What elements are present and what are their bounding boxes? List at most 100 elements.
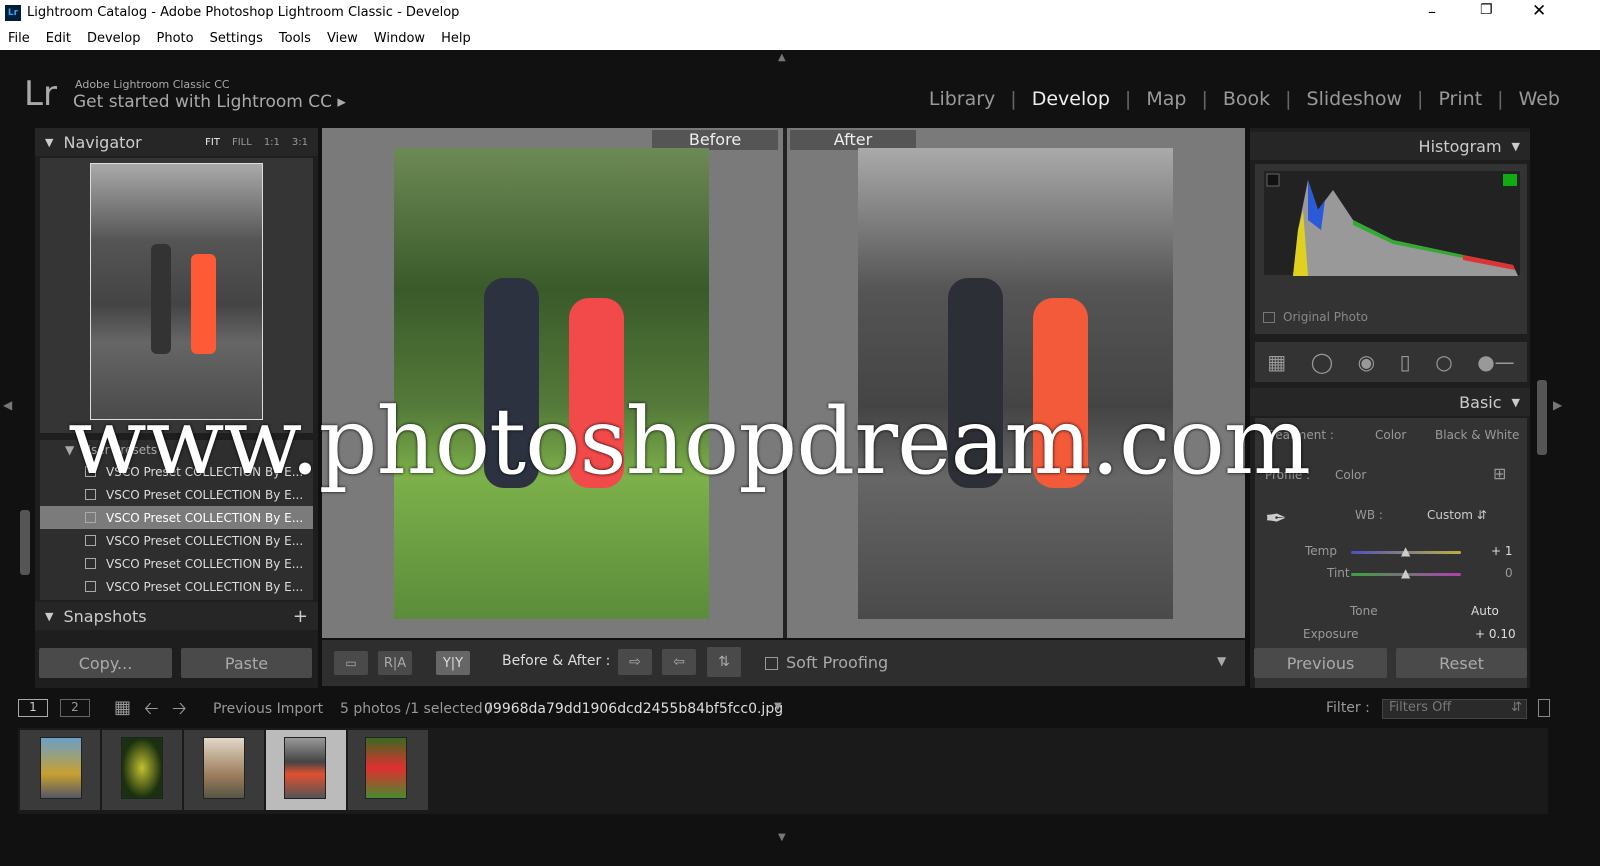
- temp-value[interactable]: + 1: [1491, 544, 1513, 558]
- menu-photo[interactable]: Photo: [156, 31, 193, 46]
- shadow-clipping-indicator[interactable]: [1266, 173, 1280, 187]
- soft-proofing-checkbox[interactable]: [765, 657, 778, 670]
- wb-select[interactable]: Custom ⇵: [1427, 508, 1487, 522]
- filmstrip-thumbnail[interactable]: [121, 737, 163, 799]
- radial-filter-icon[interactable]: ○: [1435, 350, 1452, 374]
- preset-item-selected[interactable]: VSCO Preset COLLECTION By E...: [40, 506, 313, 529]
- minimize-button[interactable]: –: [1428, 2, 1436, 21]
- before-after-split-button[interactable]: Y|Y: [436, 651, 470, 675]
- menu-tools[interactable]: Tools: [279, 31, 311, 46]
- preset-item[interactable]: VSCO Preset COLLECTION By E...: [40, 552, 313, 575]
- before-after-lr-button[interactable]: R|A: [378, 651, 412, 675]
- maximize-button[interactable]: ❐: [1480, 2, 1493, 18]
- copy-after-to-before-button[interactable]: ⇦: [662, 649, 696, 675]
- paste-button[interactable]: Paste: [181, 648, 312, 678]
- menu-window[interactable]: Window: [374, 31, 425, 46]
- filmstrip-thumbnail[interactable]: [40, 737, 82, 799]
- secondary-window-button[interactable]: 2: [60, 699, 90, 717]
- profile-value[interactable]: Color: [1335, 468, 1366, 482]
- navigator-header[interactable]: ▼ Navigator FIT FILL 1:1 3:1: [35, 128, 318, 156]
- navigator-preview[interactable]: [40, 158, 313, 433]
- module-book[interactable]: Book: [1208, 88, 1285, 110]
- primary-window-button[interactable]: 1: [18, 699, 48, 717]
- zoom-1-1[interactable]: 1:1: [264, 137, 280, 148]
- menu-help[interactable]: Help: [441, 31, 471, 46]
- filmstrip-thumbnail[interactable]: [284, 737, 326, 799]
- back-arrow-icon[interactable]: 🡠: [144, 696, 159, 726]
- previous-button[interactable]: Previous: [1254, 648, 1387, 678]
- filter-lock-icon[interactable]: [1538, 699, 1550, 717]
- histogram-chart: [1263, 170, 1521, 276]
- tint-slider-thumb[interactable]: ▲: [1401, 566, 1410, 580]
- graduated-filter-icon[interactable]: ▯: [1400, 350, 1411, 374]
- filename[interactable]: 09968da79dd1906dcd2455b84bf5fcc0.jpg: [484, 701, 783, 717]
- swap-button[interactable]: ⇅: [707, 647, 741, 677]
- module-print[interactable]: Print: [1423, 88, 1497, 110]
- user-presets-folder[interactable]: ▼ User Presets: [40, 440, 313, 460]
- zoom-fit[interactable]: FIT: [205, 137, 220, 148]
- menu-view[interactable]: View: [327, 31, 358, 46]
- preset-item[interactable]: VSCO Preset COLLECTION By E...: [40, 529, 313, 552]
- zoom-3-1[interactable]: 3:1: [292, 137, 308, 148]
- module-library[interactable]: Library: [914, 88, 1010, 110]
- right-panel-toggle-icon[interactable]: ▶: [1553, 398, 1562, 412]
- histogram-header[interactable]: Histogram ▼: [1250, 132, 1530, 160]
- subject-figure: [569, 298, 624, 488]
- add-snapshot-button[interactable]: +: [293, 606, 308, 627]
- split-divider: [783, 128, 787, 638]
- copy-before-to-after-button[interactable]: ⇨: [618, 649, 652, 675]
- close-button[interactable]: ✕: [1532, 1, 1546, 21]
- menu-file[interactable]: File: [8, 31, 30, 46]
- menu-settings[interactable]: Settings: [210, 31, 263, 46]
- top-panel-toggle-icon[interactable]: ▲: [778, 52, 786, 63]
- reset-button[interactable]: Reset: [1396, 648, 1527, 678]
- before-image: [394, 148, 709, 619]
- left-scrollbar[interactable]: [20, 510, 30, 575]
- exposure-value[interactable]: + 0.10: [1475, 627, 1516, 641]
- module-develop[interactable]: Develop: [1017, 88, 1125, 110]
- filmstrip-thumbnail[interactable]: [365, 737, 407, 799]
- menu-develop[interactable]: Develop: [87, 31, 141, 46]
- tint-value[interactable]: 0: [1505, 566, 1513, 580]
- profile-browser-icon[interactable]: ⊞: [1493, 464, 1506, 483]
- adjustment-brush-icon[interactable]: ●—: [1477, 350, 1514, 374]
- highlight-clipping-indicator[interactable]: [1503, 174, 1517, 186]
- right-scrollbar[interactable]: [1537, 380, 1547, 455]
- auto-tone-button[interactable]: Auto: [1471, 604, 1499, 618]
- bottom-panel-toggle-icon[interactable]: ▼: [778, 832, 786, 843]
- original-photo-checkbox[interactable]: [1263, 312, 1275, 323]
- red-eye-icon[interactable]: ◉: [1358, 350, 1375, 374]
- filmstrip-thumbnail[interactable]: [203, 737, 245, 799]
- snapshots-header[interactable]: ▼ Snapshots +: [35, 602, 318, 630]
- get-started-link[interactable]: Get started with Lightroom CC ▸: [73, 92, 346, 112]
- forward-arrow-icon[interactable]: 🡢: [172, 696, 187, 726]
- grid-view-icon[interactable]: ▦: [114, 697, 131, 718]
- before-label: Before: [652, 130, 778, 150]
- copy-button[interactable]: Copy...: [39, 648, 172, 678]
- loupe-view-button[interactable]: ▭: [334, 651, 368, 675]
- basic-header[interactable]: Basic ▼: [1250, 388, 1530, 416]
- temp-slider-thumb[interactable]: ▲: [1401, 544, 1410, 558]
- toolbar-menu-icon[interactable]: ▼: [1217, 654, 1226, 668]
- spot-removal-icon[interactable]: ◯: [1311, 350, 1333, 374]
- treatment-color[interactable]: Color: [1375, 428, 1406, 442]
- preset-label: VSCO Preset COLLECTION By E...: [106, 533, 304, 548]
- subject-figure: [151, 244, 171, 354]
- module-web[interactable]: Web: [1504, 88, 1560, 110]
- left-panel-toggle-icon[interactable]: ◀: [3, 398, 12, 412]
- preset-item[interactable]: VSCO Preset COLLECTION By E...: [40, 483, 313, 506]
- filter-select[interactable]: Filters Off ⇵: [1382, 699, 1527, 719]
- source-label[interactable]: Previous Import: [213, 701, 323, 717]
- filename-dropdown-icon[interactable]: ▼: [774, 701, 782, 712]
- crop-tool-icon[interactable]: ▦: [1267, 350, 1286, 374]
- preset-label: VSCO Preset COLLECTION By E...: [106, 556, 304, 571]
- module-slideshow[interactable]: Slideshow: [1292, 88, 1417, 110]
- tint-label: Tint: [1327, 566, 1350, 580]
- module-map[interactable]: Map: [1131, 88, 1201, 110]
- zoom-fill[interactable]: FILL: [232, 137, 252, 148]
- preset-item[interactable]: VSCO Preset COLLECTION By E...: [40, 575, 313, 598]
- wb-eyedropper-icon[interactable]: ✒: [1265, 504, 1287, 534]
- preset-item[interactable]: VSCO Preset COLLECTION By E...: [40, 460, 313, 483]
- treatment-bw[interactable]: Black & White: [1435, 428, 1519, 442]
- menu-edit[interactable]: Edit: [46, 31, 71, 46]
